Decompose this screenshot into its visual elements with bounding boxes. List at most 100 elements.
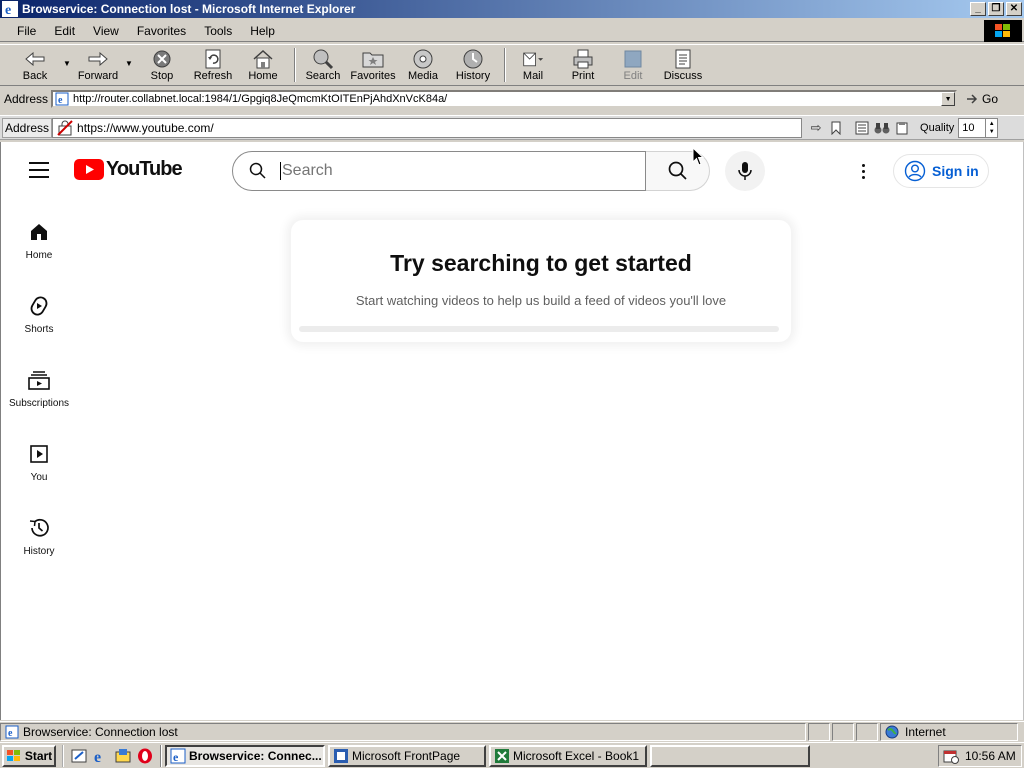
- address-url: http://router.collabnet.local:1984/1/Gpg…: [73, 93, 448, 105]
- svg-text:e: e: [8, 728, 13, 739]
- sign-in-button[interactable]: Sign in: [893, 154, 989, 188]
- find-binoculars-icon[interactable]: [872, 118, 892, 138]
- menu-tools[interactable]: Tools: [195, 24, 241, 38]
- no-security-icon: [57, 119, 73, 136]
- forward-button[interactable]: Forward: [72, 45, 124, 85]
- youtube-logo[interactable]: YouTube: [74, 158, 183, 181]
- frontpage-task-icon: [334, 748, 348, 763]
- forward-dropdown-icon[interactable]: ▼: [124, 59, 134, 68]
- guide-item-shorts[interactable]: Shorts: [1, 294, 77, 354]
- search-box[interactable]: [232, 151, 646, 191]
- toolbar-separator: [504, 48, 506, 82]
- security-zone-label: Internet: [905, 724, 946, 739]
- show-desktop-icon[interactable]: [70, 747, 88, 765]
- youtube-wordmark: YouTube: [106, 158, 183, 180]
- go-label: Go: [982, 92, 999, 106]
- start-label: Start: [24, 748, 53, 763]
- standard-toolbar: Back ▼ Forward ▼ Stop Refresh Home Searc…: [0, 44, 1024, 86]
- history-button[interactable]: History: [446, 45, 500, 85]
- task-excel[interactable]: Microsoft Excel - Book1: [489, 744, 647, 767]
- guide-item-you[interactable]: You: [1, 442, 77, 502]
- navigate-arrow-icon[interactable]: ⇨: [806, 118, 826, 138]
- more-options-icon[interactable]: [853, 159, 873, 183]
- menu-file[interactable]: File: [8, 24, 45, 38]
- forward-label: Forward: [77, 70, 119, 82]
- paste-icon[interactable]: [892, 118, 912, 138]
- go-button[interactable]: Go: [965, 92, 998, 106]
- address-input[interactable]: e http://router.collabnet.local:1984/1/G…: [51, 90, 958, 108]
- back-arrow-icon: [24, 48, 46, 70]
- media-button[interactable]: Media: [400, 45, 446, 85]
- start-button[interactable]: Start: [2, 744, 56, 767]
- favorites-label: Favorites: [350, 70, 396, 82]
- home-button[interactable]: Home: [236, 45, 290, 85]
- taskbar: Start e e Browservice: Connec... Microso…: [0, 742, 1024, 768]
- print-button[interactable]: Print: [556, 45, 610, 85]
- voice-search-button[interactable]: [725, 151, 765, 191]
- close-button[interactable]: ✕: [1006, 2, 1022, 16]
- menu-edit[interactable]: Edit: [45, 24, 84, 38]
- page-icon: e: [55, 92, 69, 106]
- guide-item-subscriptions[interactable]: Subscriptions: [1, 368, 77, 428]
- print-label: Print: [571, 70, 595, 82]
- task-label: Microsoft FrontPage: [352, 748, 461, 763]
- favorites-button[interactable]: Favorites: [346, 45, 400, 85]
- account-circle-icon: [904, 160, 926, 182]
- quality-value: 10: [962, 121, 975, 134]
- scheduler-tray-icon[interactable]: [943, 748, 959, 764]
- quality-label: Quality: [920, 121, 955, 134]
- quality-spinner[interactable]: 10 ▲ ▼: [958, 117, 999, 138]
- task-label: Browservice: Connec...: [189, 748, 322, 763]
- svg-text:e: e: [5, 3, 11, 17]
- media-label: Media: [408, 70, 438, 82]
- subscriptions-icon: [27, 368, 51, 392]
- guide-item-home[interactable]: Home: [1, 220, 77, 280]
- you-icon: [27, 442, 51, 466]
- search-button[interactable]: Search: [300, 45, 346, 85]
- clipboard-icon[interactable]: [852, 118, 872, 138]
- back-button[interactable]: Back: [8, 45, 62, 85]
- svg-text:e: e: [58, 95, 63, 106]
- bookmark-icon[interactable]: [826, 118, 846, 138]
- outlook-launch-icon[interactable]: [114, 747, 132, 765]
- menu-favorites[interactable]: Favorites: [128, 24, 195, 38]
- status-bar: e Browservice: Connection lost Internet: [0, 721, 1024, 741]
- mouse-cursor-icon: [692, 147, 704, 166]
- discuss-label: Discuss: [663, 70, 703, 82]
- refresh-button[interactable]: Refresh: [190, 45, 236, 85]
- guide-label-home: Home: [25, 250, 53, 261]
- status-text-panel: e Browservice: Connection lost: [0, 722, 806, 741]
- forward-arrow-icon: [87, 48, 109, 70]
- toolbar-separator: [294, 48, 296, 82]
- ie-launch-icon[interactable]: e: [92, 747, 110, 765]
- status-cell: [808, 722, 830, 741]
- menu-view[interactable]: View: [84, 24, 128, 38]
- printer-icon: [572, 48, 594, 70]
- hamburger-menu-icon[interactable]: [29, 162, 49, 178]
- task-empty[interactable]: [650, 744, 810, 767]
- task-frontpage[interactable]: Microsoft FrontPage: [328, 744, 486, 767]
- minimize-button[interactable]: _: [970, 2, 986, 16]
- edit-button[interactable]: Edit: [610, 45, 656, 85]
- mail-icon: [522, 48, 544, 70]
- mail-button[interactable]: Mail: [510, 45, 556, 85]
- task-browservice[interactable]: e Browservice: Connec...: [165, 744, 325, 767]
- address-bar: Address e http://router.collabnet.local:…: [0, 88, 1024, 110]
- guide-label-you: You: [30, 472, 48, 483]
- opera-launch-icon[interactable]: [136, 747, 154, 765]
- stop-button[interactable]: Stop: [134, 45, 190, 85]
- menu-help[interactable]: Help: [241, 24, 284, 38]
- page-viewport: YouTube Sign in Home Shorts: [0, 142, 1024, 720]
- page-status-icon: e: [5, 725, 19, 739]
- feed-title: Try searching to get started: [390, 250, 692, 276]
- proxy-address-input[interactable]: https://www.youtube.com/: [52, 117, 803, 138]
- back-dropdown-icon[interactable]: ▼: [62, 59, 72, 68]
- maximize-button[interactable]: ❐: [988, 2, 1004, 16]
- favorites-folder-icon: [362, 48, 384, 70]
- address-dropdown-icon[interactable]: ▼: [941, 92, 956, 106]
- guide-item-history[interactable]: History: [1, 516, 77, 576]
- search-input[interactable]: [280, 162, 620, 180]
- discuss-button[interactable]: Discuss: [656, 45, 710, 85]
- home-label: Home: [248, 70, 278, 82]
- spinner-arrows-icon[interactable]: ▲ ▼: [985, 118, 997, 137]
